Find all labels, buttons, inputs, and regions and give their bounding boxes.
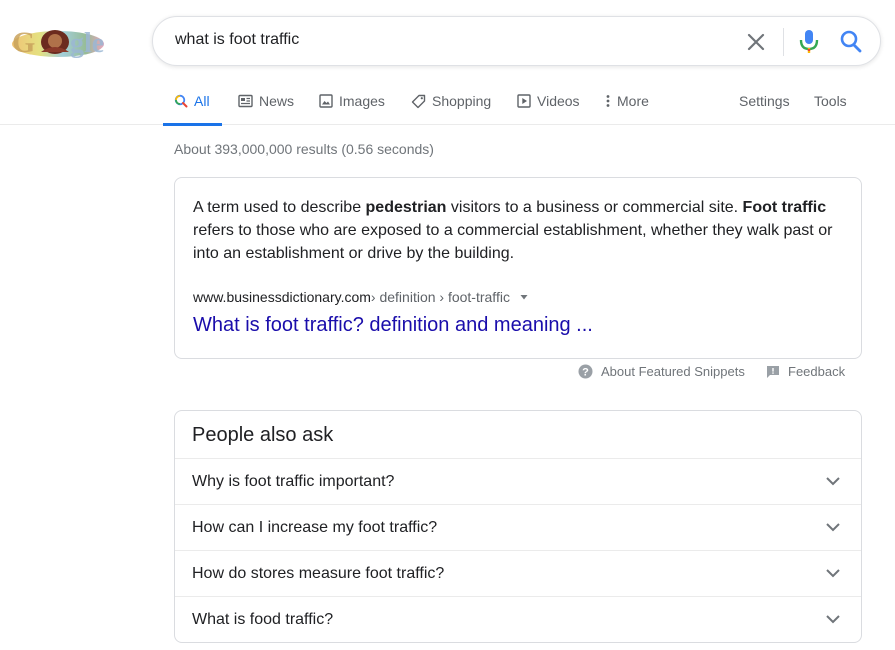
microphone-icon[interactable]: [798, 28, 820, 56]
snippet-result-link[interactable]: What is foot traffic? definition and mea…: [193, 314, 593, 337]
people-also-ask: People also ask Why is foot traffic impo…: [174, 410, 862, 643]
search-tabs: All News Images Shopping Videos More Set…: [0, 84, 895, 126]
snippet-text: visitors to a business or commercial sit…: [446, 199, 743, 216]
people-also-ask-heading: People also ask: [192, 424, 334, 446]
image-icon: [319, 94, 333, 108]
tab-all[interactable]: All: [163, 84, 222, 126]
tools-link[interactable]: Tools: [814, 93, 847, 109]
tab-label: Shopping: [432, 93, 492, 109]
snippet-text: refers to those who are exposed to a com…: [193, 222, 833, 262]
tab-label: More: [617, 93, 649, 109]
tab-label: All: [194, 93, 210, 109]
news-icon: [238, 94, 253, 108]
tab-images[interactable]: Images: [319, 84, 385, 125]
paa-question-row[interactable]: Why is foot traffic important?: [175, 458, 861, 504]
chevron-down-icon: [826, 569, 840, 578]
snippet-description: A term used to describe pedestrian visit…: [193, 196, 843, 265]
play-icon: [517, 94, 531, 108]
tab-label: News: [259, 93, 295, 109]
paa-question: Why is foot traffic important?: [192, 473, 395, 490]
svg-text:G: G: [12, 26, 35, 58]
search-box[interactable]: [152, 16, 881, 66]
snippet-cite: www.businessdictionary.com › definition …: [193, 289, 530, 305]
search-icon[interactable]: [839, 29, 863, 55]
snippet-text: A term used to describe: [193, 199, 366, 216]
google-doodle-logo[interactable]: G gle: [10, 22, 106, 59]
cite-path: › definition › foot-traffic: [370, 289, 510, 305]
chevron-down-icon: [826, 523, 840, 532]
svg-text:?: ?: [582, 367, 589, 379]
feedback-link[interactable]: Feedback: [766, 364, 845, 379]
featured-snippet: A term used to describe pedestrian visit…: [174, 177, 862, 359]
feedback-label: Feedback: [788, 364, 846, 379]
about-featured-snippets-link[interactable]: ? About Featured Snippets: [578, 364, 745, 379]
caret-down-icon[interactable]: [518, 291, 530, 303]
help-icon: ?: [578, 364, 593, 379]
paa-question: How do stores measure foot traffic?: [192, 565, 445, 582]
paa-question: What is food traffic?: [192, 611, 334, 628]
tab-shopping[interactable]: Shopping: [411, 84, 491, 125]
clear-icon[interactable]: [745, 31, 767, 53]
tab-label: Videos: [537, 93, 580, 109]
snippet-bold-text: pedestrian: [365, 199, 447, 216]
more-vert-icon: [606, 95, 610, 107]
tag-icon: [411, 94, 426, 109]
cite-domain: www.businessdictionary.com: [193, 289, 371, 305]
about-featured-snippets-label: About Featured Snippets: [601, 364, 745, 379]
search-icon: [174, 94, 188, 108]
chevron-down-icon: [826, 477, 840, 486]
paa-question-row[interactable]: How do stores measure foot traffic?: [175, 550, 861, 596]
search-box-divider: [783, 28, 784, 56]
tab-label: Images: [339, 93, 385, 109]
chevron-down-icon: [826, 615, 840, 624]
settings-link[interactable]: Settings: [739, 93, 790, 109]
paa-question-row[interactable]: What is food traffic?: [175, 596, 861, 642]
feedback-icon: [767, 365, 779, 378]
tab-more[interactable]: More: [605, 84, 649, 125]
result-stats: About 393,000,000 results (0.56 seconds): [174, 141, 434, 157]
tab-videos[interactable]: Videos: [517, 84, 580, 125]
paa-question-row[interactable]: How can I increase my foot traffic?: [175, 504, 861, 550]
snippet-bold-text: Foot traffic: [742, 199, 827, 216]
tab-news[interactable]: News: [238, 84, 294, 125]
search-input[interactable]: [175, 31, 715, 49]
paa-question: How can I increase my foot traffic?: [192, 519, 438, 536]
svg-text:gle: gle: [70, 28, 104, 58]
